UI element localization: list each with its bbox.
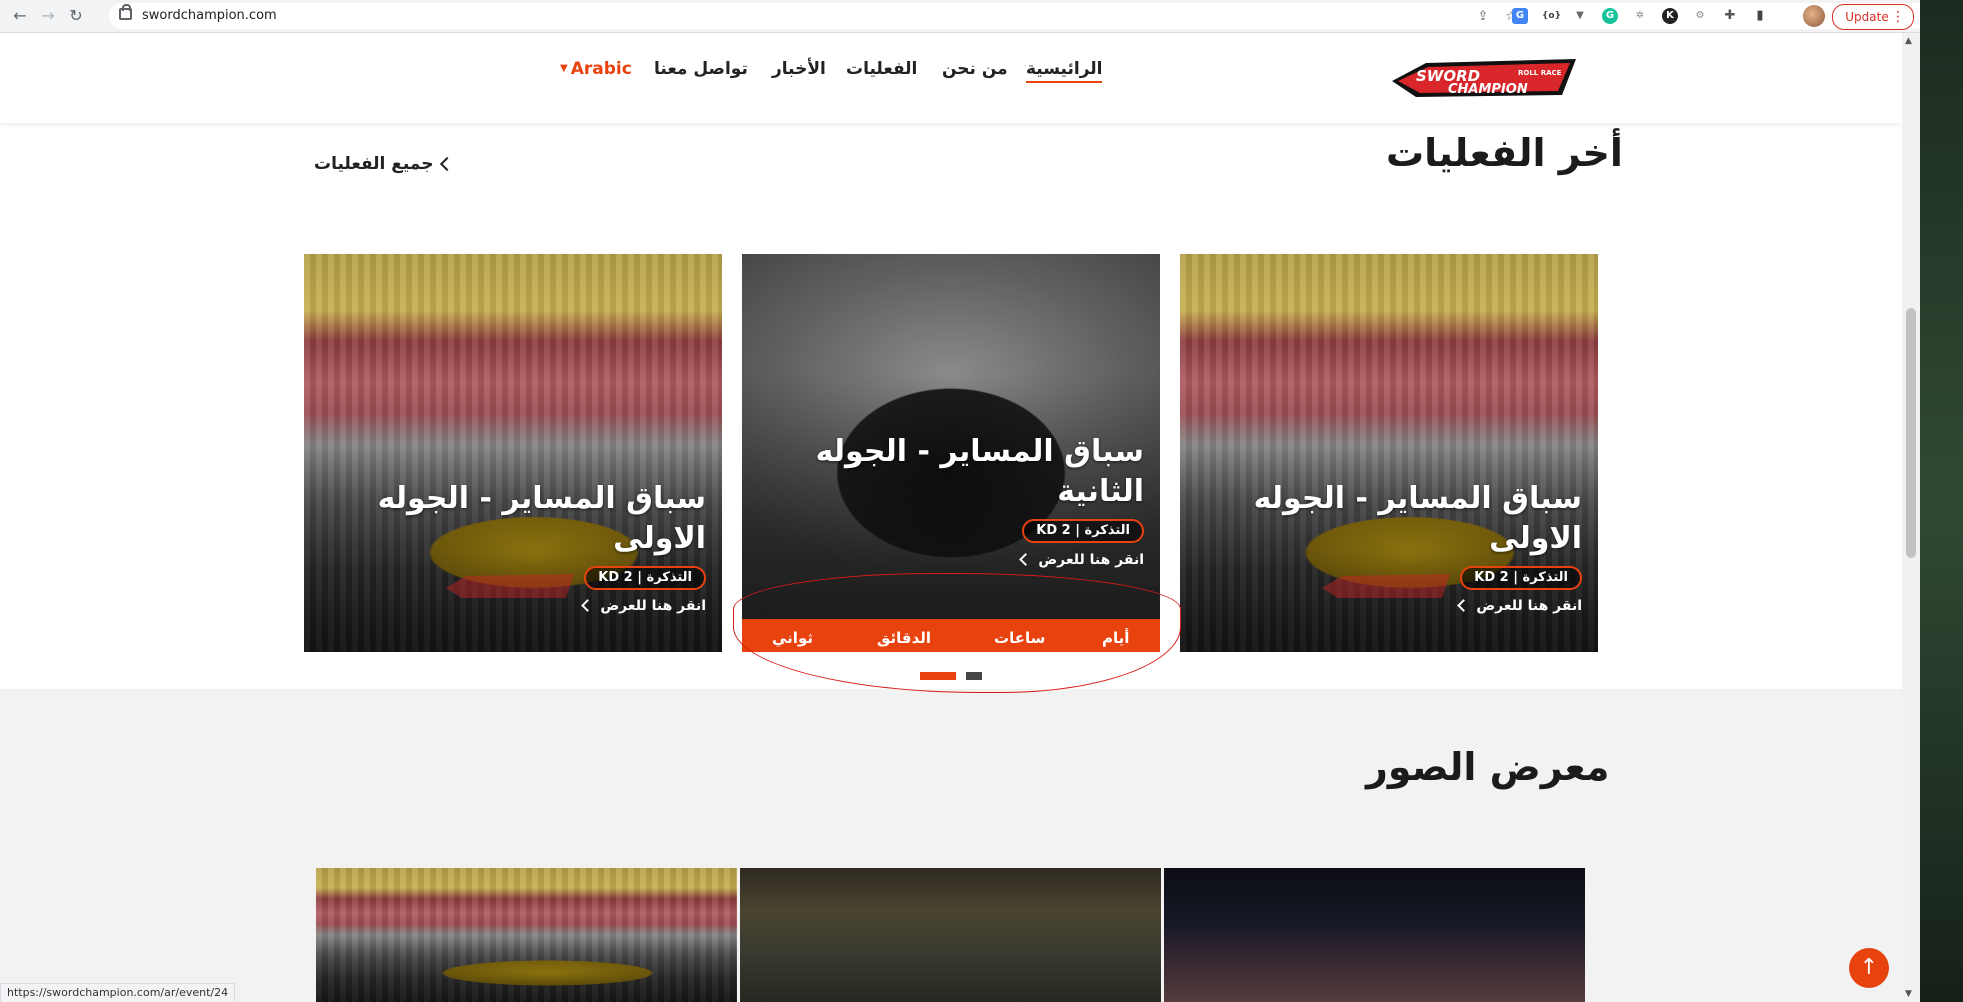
back-arrow-icon[interactable]: ← xyxy=(10,6,30,26)
view-event-label: انقر هنا للعرض xyxy=(1038,552,1144,568)
scroll-down-arrow-icon[interactable]: ▼ xyxy=(1905,989,1912,999)
ticket-price-badge: التذكرة | KD 2 xyxy=(584,566,706,590)
forward-arrow-icon[interactable]: → xyxy=(38,6,58,26)
ticket-price-badge: التذكرة | KD 2 xyxy=(1460,566,1582,590)
gallery-title: معرض الصور xyxy=(1366,745,1610,789)
all-events-label: جميع الفعليات xyxy=(314,154,434,174)
grammarly-icon[interactable]: G xyxy=(1602,8,1618,24)
address-bar[interactable]: swordchampion.com ⇪ ☆ xyxy=(109,3,1929,29)
update-button[interactable]: Update xyxy=(1832,4,1914,30)
nav-about[interactable]: من نحن xyxy=(942,59,1008,79)
arrow-up-icon: ↑ xyxy=(1859,955,1879,980)
logo-watermark xyxy=(1322,574,1450,598)
sword-champion-logo[interactable]: SWORD CHAMPION ROLL RACE xyxy=(1386,55,1582,101)
ticket-price-badge: التذكرة | KD 2 xyxy=(1022,519,1144,543)
nav-events[interactable]: الفعليات xyxy=(846,59,917,79)
profile-avatar[interactable] xyxy=(1803,5,1825,27)
chevron-left-icon xyxy=(1457,599,1471,612)
address-url[interactable]: swordchampion.com xyxy=(142,8,277,23)
gallery-image-track[interactable] xyxy=(740,868,1161,1002)
event-card-title[interactable]: سباق المساير - الجوله الاولى xyxy=(316,479,706,559)
gear-extension-icon[interactable]: ⚙ xyxy=(1692,8,1708,24)
logo-badge: ROLL RACE xyxy=(1518,69,1562,77)
page-viewport: SWORD CHAMPION ROLL RACE الرائيسية من نح… xyxy=(0,33,1902,1002)
caret-down-icon: ▼ xyxy=(560,63,568,74)
share-icon[interactable]: ⇪ xyxy=(1475,9,1491,25)
event-card-right[interactable]: سباق المساير - الجوله الاولى التذكرة | K… xyxy=(1180,254,1598,652)
gallery-image-stands[interactable] xyxy=(316,868,737,1002)
side-panel-icon[interactable]: ▮ xyxy=(1752,8,1768,24)
view-event-link[interactable]: انقر هنا للعرض xyxy=(1457,598,1582,614)
scrollbar-thumb[interactable] xyxy=(1906,308,1916,558)
reload-icon[interactable]: ↻ xyxy=(66,6,86,26)
chevron-left-icon xyxy=(439,156,454,172)
view-event-label: انقر هنا للعرض xyxy=(600,598,706,614)
desktop-background xyxy=(1920,0,1963,1002)
chevron-left-icon xyxy=(1019,553,1033,566)
page-scrollbar[interactable]: ▲ ▼ xyxy=(1902,33,1920,1002)
event-card-title[interactable]: سباق المساير - الجوله الثانية xyxy=(754,432,1144,512)
scroll-up-arrow-icon[interactable]: ▲ xyxy=(1905,36,1912,46)
site-header: SWORD CHAMPION ROLL RACE الرائيسية من نح… xyxy=(0,33,1902,123)
k-extension-icon[interactable]: K xyxy=(1662,8,1678,24)
event-card-title[interactable]: سباق المساير - الجوله الاولى xyxy=(1192,479,1582,559)
json-extension-icon[interactable]: {o} xyxy=(1542,8,1561,24)
extensions-puzzle-icon[interactable]: ✚ xyxy=(1722,8,1738,24)
nav-home[interactable]: الرائيسية xyxy=(1026,59,1103,83)
all-events-link[interactable]: جميع الفعليات xyxy=(314,154,454,174)
language-dropdown[interactable]: ▼ Arabic xyxy=(560,59,632,79)
view-event-link[interactable]: انقر هنا للعرض xyxy=(581,598,706,614)
settings-extension-icon[interactable]: ✲ xyxy=(1632,8,1648,24)
back-to-top-button[interactable]: ↑ xyxy=(1849,948,1889,988)
nav-contact[interactable]: تواصل معنا xyxy=(654,59,748,79)
logo-text-line2: CHAMPION xyxy=(1448,82,1528,97)
view-event-link[interactable]: انقر هنا للعرض xyxy=(1019,552,1144,568)
lock-icon xyxy=(119,4,132,20)
status-bar-url: https://swordchampion.com/ar/event/24 xyxy=(0,983,236,1002)
google-translate-icon[interactable]: G xyxy=(1512,8,1528,24)
event-card-left[interactable]: سباق المساير - الجوله الاولى التذكرة | K… xyxy=(304,254,722,652)
language-label: Arabic xyxy=(570,59,632,79)
logo-watermark xyxy=(446,574,574,598)
browser-toolbar: ← → ↻ swordchampion.com ⇪ ☆ G {o} ▼ G ✲ … xyxy=(0,0,1929,33)
vue-extension-icon[interactable]: ▼ xyxy=(1572,8,1588,24)
annotation-circle xyxy=(733,573,1181,693)
chevron-left-icon xyxy=(581,599,595,612)
latest-events-title: أخر الفعليات xyxy=(1386,131,1623,175)
nav-news[interactable]: الأخبار xyxy=(772,59,826,79)
gallery-image-night[interactable] xyxy=(1164,868,1585,1002)
view-event-label: انقر هنا للعرض xyxy=(1476,598,1582,614)
